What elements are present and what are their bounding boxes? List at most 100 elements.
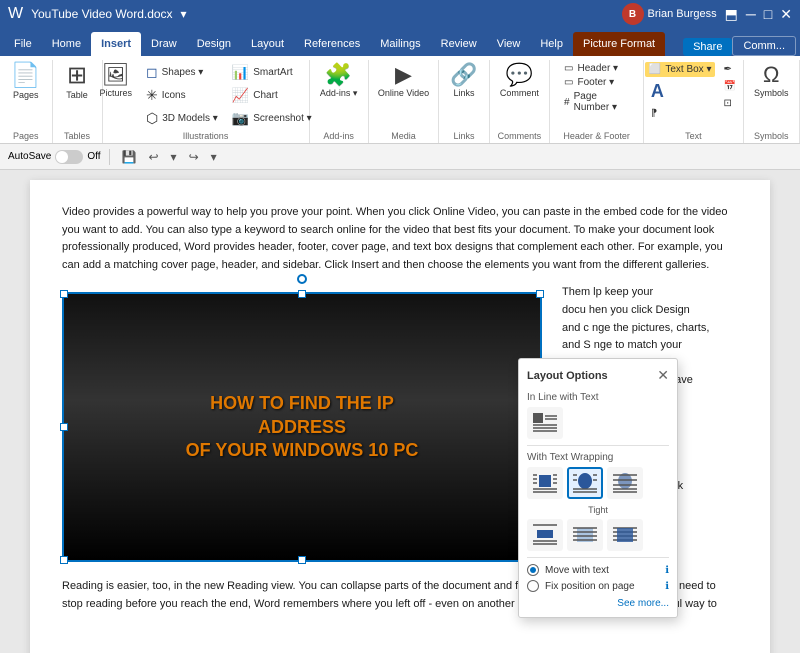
ribbon-group-links: 🔗 Links Links — [439, 60, 489, 143]
footer-icon: ▭ — [564, 77, 573, 88]
handle-middle-left[interactable] — [60, 423, 68, 431]
online-video-button[interactable]: ▶ Online Video — [372, 62, 435, 100]
symbols-button[interactable]: Ω Symbols — [748, 62, 795, 100]
through-option[interactable] — [607, 467, 643, 499]
addins-content: 🧩 Add-ins ▾ — [314, 62, 364, 129]
tab-design[interactable]: Design — [187, 32, 241, 56]
square-option[interactable] — [527, 467, 563, 499]
tab-help[interactable]: Help — [530, 32, 573, 56]
ribbon-group-pages: 📄 Pages Pages — [0, 60, 53, 143]
layout-options-popup: Layout Options ✕ In Line with Text — [518, 358, 678, 618]
video-title-line2: OF YOUR WINDOWS 10 PC — [183, 439, 421, 462]
popup-close-button[interactable]: ✕ — [657, 367, 669, 384]
icons-button[interactable]: ✳ Icons — [140, 85, 224, 106]
table-icon: ⊞ — [67, 64, 87, 88]
tab-references[interactable]: References — [294, 32, 370, 56]
comments-button[interactable]: Comm... — [732, 36, 796, 56]
through-wrap-icon — [611, 471, 639, 495]
undo-dropdown[interactable]: ▾ — [167, 148, 181, 166]
handle-top-right[interactable] — [536, 290, 544, 298]
links-button[interactable]: 🔗 Links — [444, 62, 483, 100]
move-with-text-option[interactable]: Move with text ℹ — [527, 564, 669, 576]
tab-insert[interactable]: Insert — [91, 32, 141, 56]
page-number-button[interactable]: # Page Number ▾ — [558, 90, 635, 114]
tab-picture-format[interactable]: Picture Format — [573, 32, 665, 56]
fix-position-info[interactable]: ℹ — [665, 581, 669, 592]
autosave-state: Off — [87, 151, 100, 162]
obj-icon: ⊡ — [723, 98, 731, 109]
tab-review[interactable]: Review — [431, 32, 487, 56]
smartart-icon: 📊 — [232, 64, 249, 81]
links-content: 🔗 Links — [444, 62, 483, 129]
undo-button[interactable]: ↩ — [144, 148, 162, 166]
header-button[interactable]: ▭ Header ▾ — [558, 62, 635, 75]
fix-position-radio[interactable] — [527, 580, 539, 592]
3d-models-button[interactable]: ⬡ 3D Models ▾ — [140, 108, 224, 129]
date-time-button[interactable]: 📅 — [717, 79, 741, 94]
addins-button[interactable]: 🧩 Add-ins ▾ — [314, 62, 364, 101]
move-with-text-info[interactable]: ℹ — [665, 565, 669, 576]
top-bottom-option[interactable] — [527, 519, 563, 551]
handle-bottom[interactable] — [298, 556, 306, 564]
pictures-label: Pictures — [99, 88, 132, 98]
move-with-text-radio[interactable] — [527, 564, 539, 576]
handle-top[interactable] — [298, 290, 306, 298]
autosave-toggle[interactable]: AutoSave Off — [8, 150, 101, 164]
redo-button[interactable]: ↪ — [185, 148, 203, 166]
tight-option[interactable] — [567, 467, 603, 499]
screenshot-button[interactable]: 📷 Screenshot ▾ — [226, 108, 318, 129]
share-button[interactable]: Share — [683, 38, 732, 56]
video-container[interactable]: HOW TO FIND THE IP ADDRESS OF YOUR WINDO… — [62, 292, 542, 562]
minimize-button[interactable]: ─ — [746, 6, 756, 22]
links-icon: 🔗 — [450, 64, 477, 86]
autosave-switch[interactable] — [55, 150, 83, 164]
main-content: Video provides a powerful way to help yo… — [0, 170, 800, 653]
tab-view[interactable]: View — [487, 32, 531, 56]
tab-home[interactable]: Home — [42, 32, 91, 56]
qat-separator — [109, 149, 110, 165]
signature-button[interactable]: ✒ — [717, 62, 741, 77]
rotation-handle[interactable] — [297, 274, 307, 284]
table-button[interactable]: ⊞ Table — [59, 62, 95, 102]
comment-button[interactable]: 💬 Comment — [494, 62, 545, 100]
smartart-button[interactable]: 📊 SmartArt — [226, 62, 318, 83]
maximize-button[interactable]: □ — [764, 6, 772, 22]
text-box-label: Text Box ▾ — [665, 64, 711, 75]
footer-button[interactable]: ▭ Footer ▾ — [558, 76, 635, 89]
comment-icon: 💬 — [506, 64, 533, 86]
tab-layout[interactable]: Layout — [241, 32, 294, 56]
handle-top-left[interactable] — [60, 290, 68, 298]
text-box-button[interactable]: ⬜ Text Box ▾ — [645, 62, 716, 77]
illustrations-col: ◻ Shapes ▾ ✳ Icons ⬡ 3D Models ▾ — [140, 62, 224, 129]
close-button[interactable]: ✕ — [780, 6, 792, 23]
tab-file[interactable]: File — [4, 32, 42, 56]
shapes-button[interactable]: ◻ Shapes ▾ — [140, 62, 224, 83]
pages-button[interactable]: 📄 Pages — [5, 62, 47, 102]
behind-wrap-icon — [571, 523, 599, 547]
infront-option[interactable] — [607, 519, 643, 551]
tab-mailings[interactable]: Mailings — [370, 32, 430, 56]
drop-cap-button[interactable]: ⁋ — [645, 106, 716, 121]
save-button[interactable]: 💾 — [118, 148, 141, 166]
tab-draw[interactable]: Draw — [141, 32, 187, 56]
inline-option[interactable] — [527, 407, 563, 439]
title-bar-right: B Brian Burgess ⬒ ─ □ ✕ — [622, 3, 792, 25]
see-more-link[interactable]: See more... — [527, 598, 669, 609]
page-number-label: Page Number ▾ — [574, 91, 630, 113]
comment-label: Comment — [500, 88, 539, 98]
screenshot-icon: 📷 — [232, 110, 249, 127]
handle-bottom-left[interactable] — [60, 556, 68, 564]
chart-button[interactable]: 📈 Chart — [226, 85, 318, 106]
pictures-button[interactable]: 🖼 Pictures — [93, 62, 138, 100]
video-title: HOW TO FIND THE IP ADDRESS OF YOUR WINDO… — [183, 392, 421, 462]
ribbon-group-media: ▶ Online Video Media — [369, 60, 440, 143]
customize-qat-button[interactable]: ▾ — [207, 148, 221, 166]
object-button[interactable]: ⊡ — [717, 96, 741, 111]
hf-content: ▭ Header ▾ ▭ Footer ▾ # Page Number ▾ — [558, 62, 635, 129]
wordart-button[interactable]: A — [645, 79, 716, 104]
table-label: Table — [66, 90, 88, 100]
fix-position-option[interactable]: Fix position on page ℹ — [527, 580, 669, 592]
behind-option[interactable] — [567, 519, 603, 551]
document-title: YouTube Video Word.docx — [31, 7, 172, 21]
ribbon-display-icon[interactable]: ⬒ — [725, 6, 738, 23]
